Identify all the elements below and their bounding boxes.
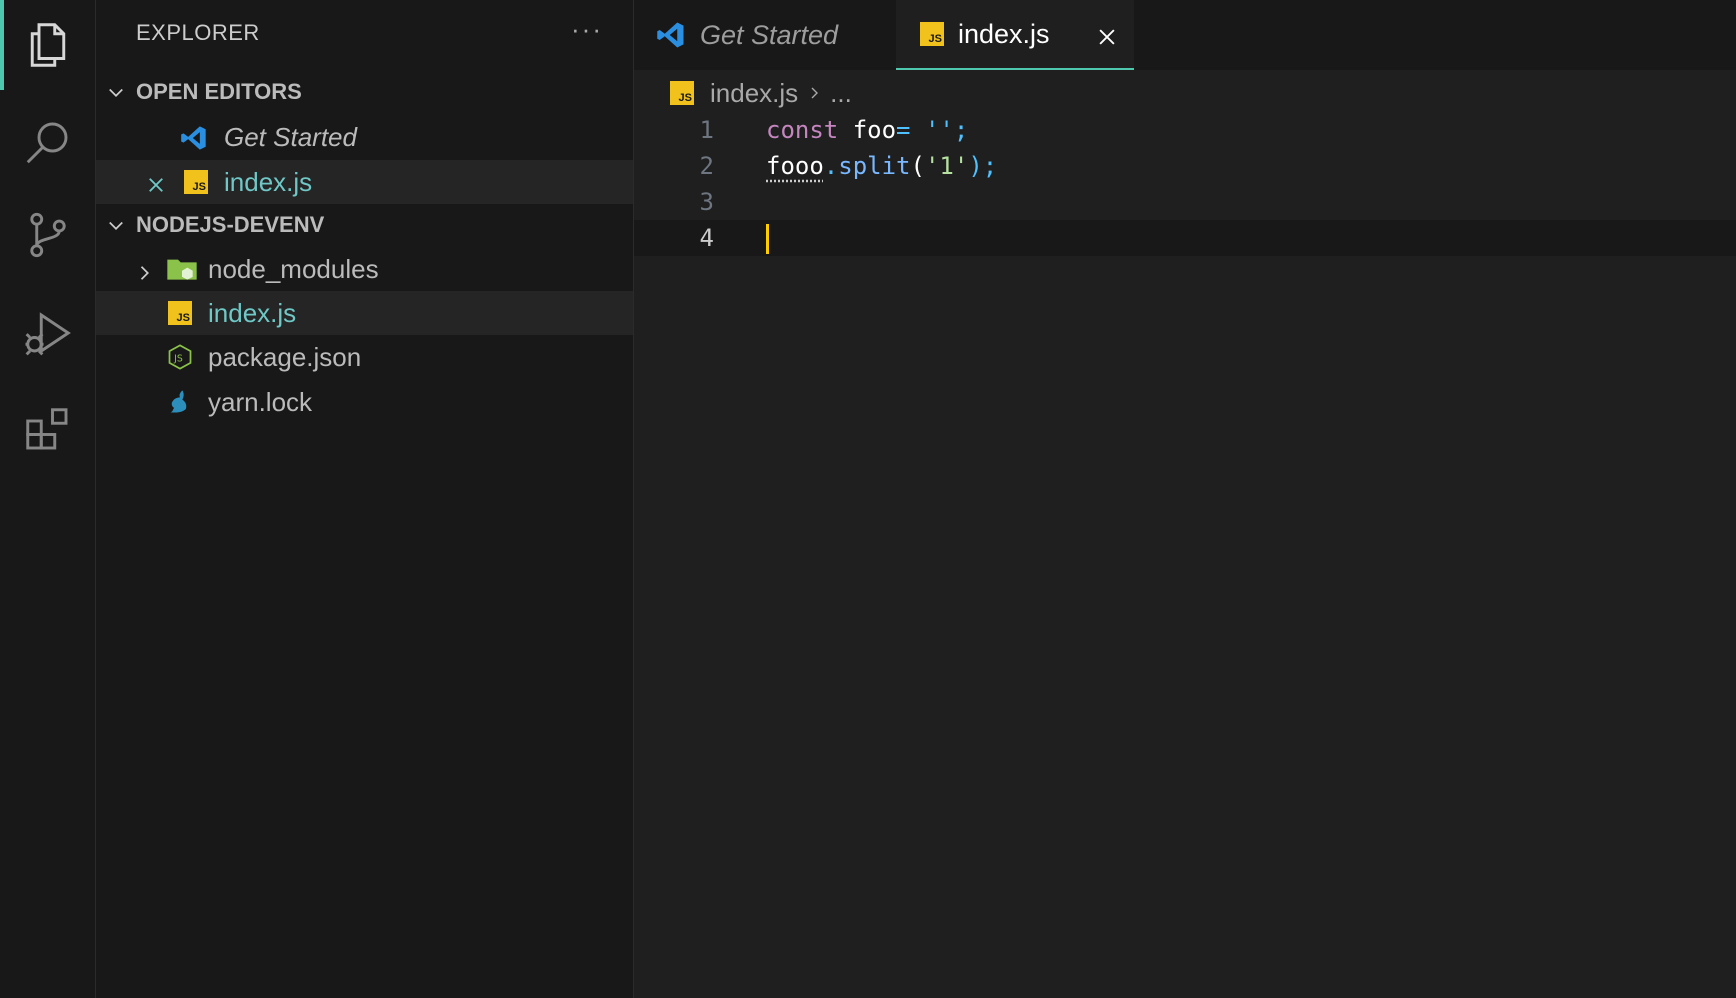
open-editors-label: OPEN EDITORS [136,79,302,104]
chevron-right-icon [134,259,154,290]
tab-label: Get Started [700,19,839,50]
files-icon [30,23,65,67]
code-line-current: 4 [634,220,1736,256]
tree-item-label: index.js [208,297,297,328]
sidebar-title: EXPLORER [136,20,260,45]
svg-text:JS: JS [173,354,183,365]
vscode-icon [654,20,688,50]
nodejs-icon: JS [166,343,194,378]
text-cursor [766,224,769,254]
tree-item-node-modules[interactable]: node_modules [96,247,633,291]
tree-item-label: node_modules [208,253,379,284]
js-file-icon: JS [168,301,192,325]
activity-run-debug[interactable] [0,288,95,378]
breadcrumb-symbols[interactable]: ... [830,78,852,109]
activity-extensions[interactable] [0,385,95,475]
close-icon[interactable] [1096,24,1118,55]
js-file-icon: JS [920,22,944,46]
more-actions-button[interactable]: ··· [571,14,603,45]
extensions-icon [25,408,67,450]
open-editor-item-index-js[interactable]: JS index.js [96,160,633,204]
project-label: NODEJS-DEVENV [136,212,325,237]
project-header[interactable]: NODEJS-DEVENV [96,205,633,245]
close-icon[interactable] [146,171,166,202]
tab-get-started[interactable]: Get Started [654,0,894,70]
activity-source-control[interactable] [0,190,95,280]
editor-area: Get Started JS index.js JS index.js ... … [634,0,1736,998]
code-line: 3 [634,184,1736,220]
line-number: 2 [699,152,714,180]
line-number: 4 [699,224,714,252]
source-control-icon [29,212,66,258]
code-line: 1 const foo= ''; [634,112,1736,148]
tab-index-js[interactable]: JS index.js [896,0,1134,70]
breadcrumb: JS index.js ... [670,76,852,110]
breadcrumb-file[interactable]: index.js [710,78,798,109]
line-content: fooo.split('1'); [766,152,998,180]
activity-explorer[interactable] [0,0,95,90]
tree-item-label: package.json [208,341,362,372]
chevron-right-icon [806,84,822,102]
tree-item-package-json[interactable]: JS package.json [96,335,633,379]
tree-item-label: yarn.lock [208,386,313,417]
js-file-icon: JS [670,81,694,105]
editor-tabs: Get Started JS index.js [634,0,1736,70]
vscode-icon [178,124,210,159]
run-debug-icon [25,312,71,356]
code-line: 2 fooo.split('1'); [634,148,1736,184]
open-editors-header[interactable]: OPEN EDITORS [96,72,633,112]
line-number: 3 [699,188,714,216]
yarn-icon [166,388,194,423]
tab-label: index.js [958,18,1050,49]
line-number: 1 [699,116,714,144]
open-editor-item-get-started[interactable]: Get Started [96,115,633,159]
tree-item-yarn-lock[interactable]: yarn.lock [96,380,633,424]
node-folder-icon [166,255,198,290]
activity-search[interactable] [0,97,95,187]
open-editor-label: Get Started [224,121,357,152]
code-editor[interactable]: 1 const foo= ''; 2 fooo.split('1'); 3 4 [634,112,1736,256]
chevron-down-icon [96,82,136,102]
activity-bar [0,0,96,998]
search-icon [26,122,67,164]
explorer-sidebar: EXPLORER ··· OPEN EDITORS Get Started JS… [96,0,634,998]
tree-item-index-js[interactable]: JS index.js [96,291,633,335]
line-content: const foo= ''; [766,116,969,144]
open-editor-label: index.js [224,166,313,197]
chevron-down-icon [96,215,136,235]
js-file-icon: JS [184,170,208,194]
